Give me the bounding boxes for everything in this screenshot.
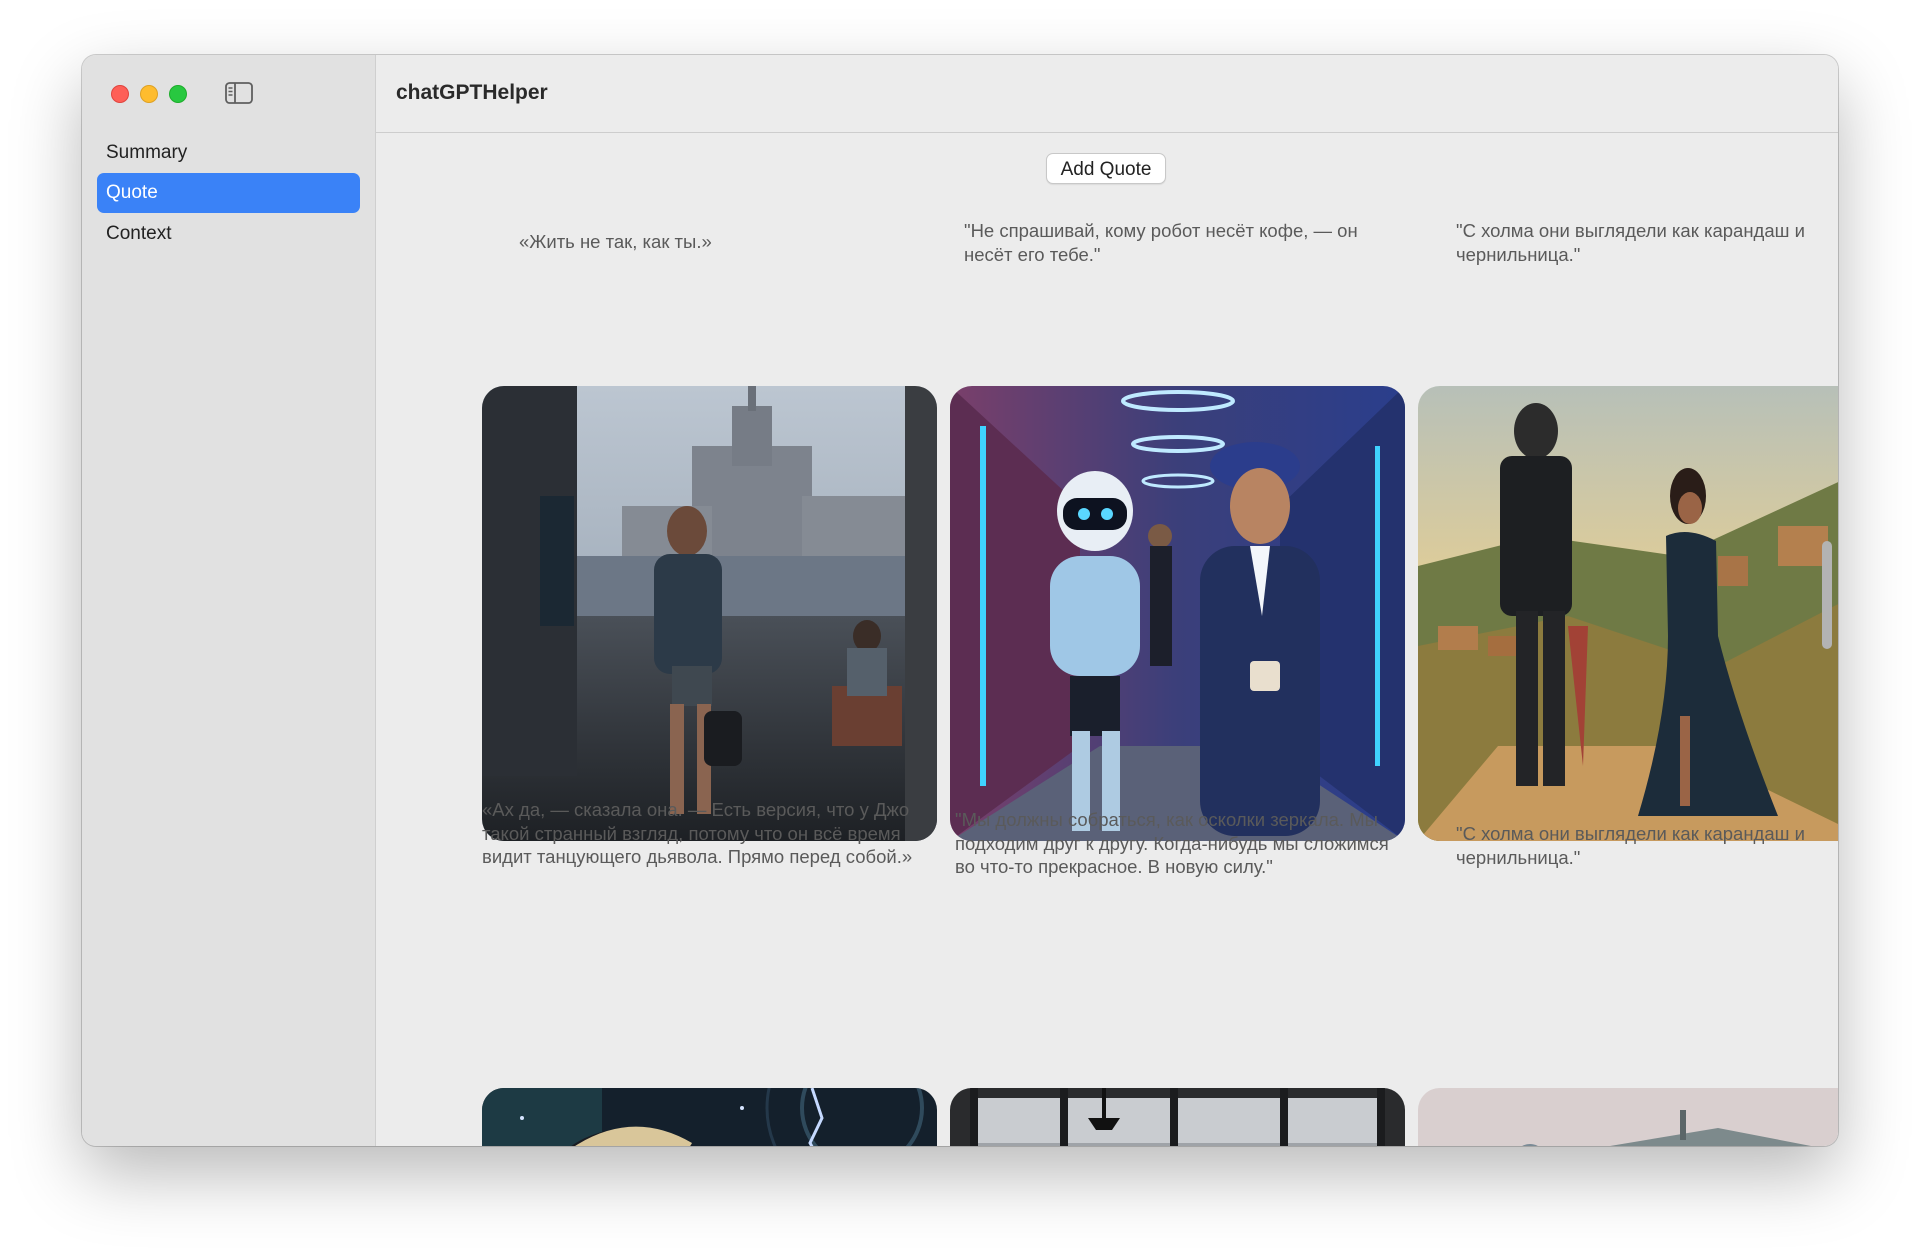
sidebar-item-context[interactable]: Context: [97, 214, 360, 254]
scrollbar-thumb[interactable]: [1822, 541, 1832, 649]
sidebar-item-summary[interactable]: Summary: [97, 133, 360, 173]
quote-grid: Add Quote «Жить не так, как ты.» "Не спр…: [376, 133, 1838, 1146]
sidebar-toggle-icon[interactable]: [224, 81, 254, 105]
quote-image[interactable]: [482, 1088, 937, 1146]
quote-text: "Не спрашивай, кому робот несёт кофе, — …: [964, 220, 1358, 265]
quote-text: «Жить не так, как ты.»: [519, 231, 712, 252]
quote-text: "Мы должны собраться, как осколки зеркал…: [955, 809, 1389, 877]
quote-image[interactable]: [1418, 386, 1838, 841]
close-window-button[interactable]: [111, 85, 129, 103]
vertical-scrollbar[interactable]: [1818, 273, 1838, 1146]
sidebar: Summary Quote Context: [82, 55, 376, 1146]
quote-text: «Ах да, — сказала она. — Есть версия, чт…: [482, 799, 913, 867]
quote-image[interactable]: [1418, 1088, 1838, 1146]
toolbar: chatGPTHelper: [376, 55, 1838, 133]
quote-image[interactable]: [950, 386, 1405, 841]
quote-image[interactable]: [482, 386, 937, 841]
quote-text: "С холма они выглядели как карандаш и че…: [1456, 823, 1805, 868]
quote-text: "С холма они выглядели как карандаш и че…: [1456, 220, 1805, 265]
app-title: chatGPTHelper: [396, 81, 548, 104]
quote-image[interactable]: [950, 1088, 1405, 1146]
add-quote-button[interactable]: Add Quote: [1046, 153, 1166, 184]
app-window: Summary Quote Context chatGPTHelper Add …: [82, 55, 1838, 1146]
sidebar-item-quote[interactable]: Quote: [97, 173, 360, 213]
zoom-window-button[interactable]: [169, 85, 187, 103]
minimize-window-button[interactable]: [140, 85, 158, 103]
